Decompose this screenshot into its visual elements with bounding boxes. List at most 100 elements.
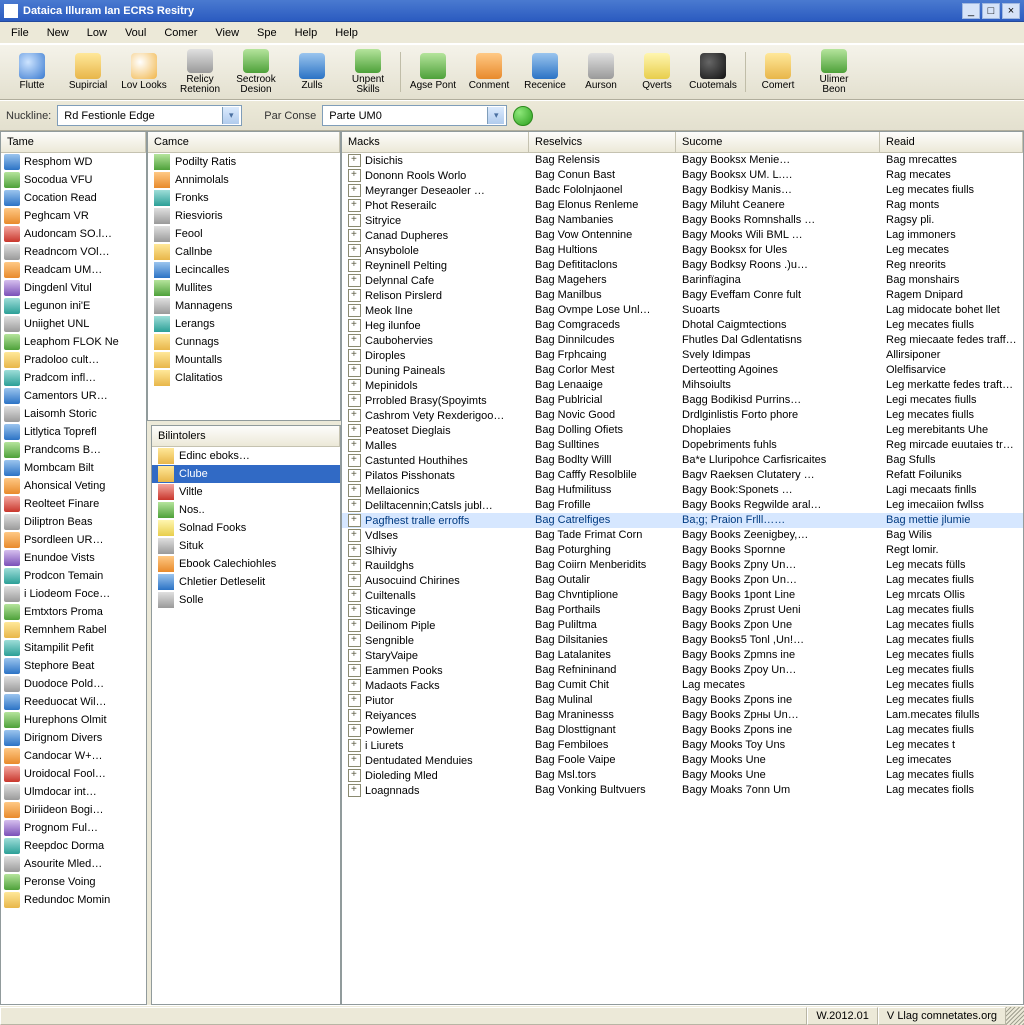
go-button[interactable] [513,106,533,126]
row-expand-icon[interactable] [348,244,361,257]
category-item[interactable]: Feool [148,225,340,243]
menu-spe[interactable]: Spe [248,24,286,42]
row-expand-icon[interactable] [348,274,361,287]
row-expand-icon[interactable] [348,574,361,587]
row-expand-icon[interactable] [348,544,361,557]
col-reselvics[interactable]: Reselvics [529,132,676,152]
row-expand-icon[interactable] [348,394,361,407]
table-row[interactable]: Deilinom PipleBag РuliltmaBagy Books Zpo… [342,618,1023,633]
left-header[interactable]: Tame [1,132,146,152]
minimize-button[interactable]: _ [962,3,980,19]
tree-item[interactable]: Readcam UM… [1,261,146,279]
bilintoler-item[interactable]: Viltle [152,483,340,501]
table-row[interactable]: Cashrom Vety Rexderigoo…Bag Novic GoodDr… [342,408,1023,423]
row-expand-icon[interactable] [348,439,361,452]
row-expand-icon[interactable] [348,709,361,722]
bilintoler-item[interactable]: Solnad Fooks [152,519,340,537]
tree-item[interactable]: Uroidocal Fool… [1,765,146,783]
table-row[interactable]: Dononn Rools WorloBag Conun BastBagy Boo… [342,168,1023,183]
toolbar-supircial[interactable]: Supircial [60,48,116,96]
toolbar-agse-pont[interactable]: Agse Pont [405,48,461,96]
category-item[interactable]: Callnbe [148,243,340,261]
row-expand-icon[interactable] [348,754,361,767]
tree-item[interactable]: Remnhem Rabel [1,621,146,639]
table-row[interactable]: Dentudated MenduiesBag Foole VaipeBagy M… [342,753,1023,768]
tree-item[interactable]: Redundoc Momin [1,891,146,909]
tree-item[interactable]: Sitampilit Pefit [1,639,146,657]
tree-item[interactable]: Pradoloo cult… [1,351,146,369]
toolbar-cuotemals[interactable]: Cuotemals [685,48,741,96]
table-row[interactable]: DiroplesBag FrphcaingSvely IdimpasAllirs… [342,348,1023,363]
toolbar-flutte[interactable]: Flutte [4,48,60,96]
menu-help[interactable]: Help [286,24,327,42]
row-expand-icon[interactable] [348,169,361,182]
tree-item[interactable]: Emtxtors Proma [1,603,146,621]
row-expand-icon[interactable] [348,529,361,542]
table-row[interactable]: Prrobled Вrasy(SpoyimtsBag PublricialBag… [342,393,1023,408]
table-row[interactable]: PiutorBag MulinalBagy Books Zpons ineLeg… [342,693,1023,708]
mid-top-header[interactable]: Camce [148,132,340,152]
row-expand-icon[interactable] [348,304,361,317]
tree-item[interactable]: Cocation Read [1,189,146,207]
table-row[interactable]: Madaots FacksBag Cumit ChitLag mecatesLe… [342,678,1023,693]
tree-item[interactable]: Reolteet Finare [1,495,146,513]
bilintoler-item[interactable]: Ebook Calechiohles [152,555,340,573]
menu-low[interactable]: Low [78,24,116,42]
row-expand-icon[interactable] [348,604,361,617]
close-button[interactable]: × [1002,3,1020,19]
table-row[interactable]: Eammen PooksBag RefnininandBagy Books Zp… [342,663,1023,678]
tree-item[interactable]: Leaphom FLOK Ne [1,333,146,351]
col-reaid[interactable]: Reaid [880,132,1023,152]
tree-item[interactable]: Reeduocat Wil… [1,693,146,711]
table-row[interactable]: Pilatos PisshonatsBag Cafffy ResolblileB… [342,468,1023,483]
toolbar-conment[interactable]: Conment [461,48,517,96]
row-expand-icon[interactable] [348,724,361,737]
toolbar-lov-looks[interactable]: Lov Looks [116,48,172,96]
tree-item[interactable]: Socodua VFU [1,171,146,189]
col-macks[interactable]: Macks [342,132,529,152]
toolbar-unpent-skills[interactable]: Unpent Skills [340,48,396,96]
table-row[interactable]: Canad DupheresBag Vow OntennineBagy Mook… [342,228,1023,243]
category-item[interactable]: Podilty Ratis [148,153,340,171]
row-expand-icon[interactable] [348,424,361,437]
table-row[interactable]: VdlsesBag Tade Frimat CornBagy Books Zee… [342,528,1023,543]
table-row[interactable]: ReiyancesBag MraninesssBagy Books Zpны U… [342,708,1023,723]
toolbar-comert[interactable]: Comert [750,48,806,96]
table-row[interactable]: i LiuretsBag FembiloesBagy Mоoks Toy Uns… [342,738,1023,753]
row-expand-icon[interactable] [348,499,361,512]
table-row[interactable]: SticavingeBag PorthailsBagy Books Zprust… [342,603,1023,618]
tree-item[interactable]: Psordleen UR… [1,531,146,549]
category-item[interactable]: Mountalls [148,351,340,369]
menu-comer[interactable]: Comer [155,24,206,42]
row-expand-icon[interactable] [348,349,361,362]
row-expand-icon[interactable] [348,739,361,752]
table-row[interactable]: MellaionicsBag HufmilitussBagy Book:Spon… [342,483,1023,498]
category-item[interactable]: Clalitatios [148,369,340,387]
row-expand-icon[interactable] [348,454,361,467]
table-row[interactable]: MallesBag SulltinesDopebriments fuhlsReg… [342,438,1023,453]
categories-list[interactable]: Podilty RatisAnnimolalsFronksRiesviorisF… [148,153,340,420]
row-expand-icon[interactable] [348,334,361,347]
toolbar-relicy-retenion[interactable]: Relicy Retenion [172,48,228,96]
table-row[interactable]: SengnibleBag DilsitaniesBagy Books5 Tonl… [342,633,1023,648]
category-item[interactable]: Fronks [148,189,340,207]
row-expand-icon[interactable] [348,364,361,377]
maximize-button[interactable]: □ [982,3,1000,19]
toolbar-sectrook-desion[interactable]: Sectrook Desion [228,48,284,96]
tree-item[interactable]: Reepdoc Dorma [1,837,146,855]
bilintoler-item[interactable]: Chletier Detleselit [152,573,340,591]
table-row[interactable]: DisichisBag RelensisBagy Booksx Menie…Ba… [342,153,1023,168]
tree-item[interactable]: Uniighet UNL [1,315,146,333]
toolbar-qverts[interactable]: Qverts [629,48,685,96]
menu-new[interactable]: New [38,24,78,42]
bilintoler-item[interactable]: Nos.. [152,501,340,519]
menu-view[interactable]: View [206,24,248,42]
table-row[interactable]: StaryVaipeBag LatalanitesBagy Books Zpmn… [342,648,1023,663]
bilintoler-item[interactable]: Solle [152,591,340,609]
table-row[interactable]: Meok lIneBag Ovmpe Lose Unl…SuoartsLag m… [342,303,1023,318]
tree-item[interactable]: Dirignom Divers [1,729,146,747]
table-row[interactable]: Reyninell PeltingBag DefititaclonsBagy B… [342,258,1023,273]
tree-item[interactable]: i Liodeom Foce… [1,585,146,603]
table-row[interactable]: Deliltacennin;Catsls jubl…Bag FrofilleBa… [342,498,1023,513]
tree-item[interactable]: Ulmdocar int… [1,783,146,801]
